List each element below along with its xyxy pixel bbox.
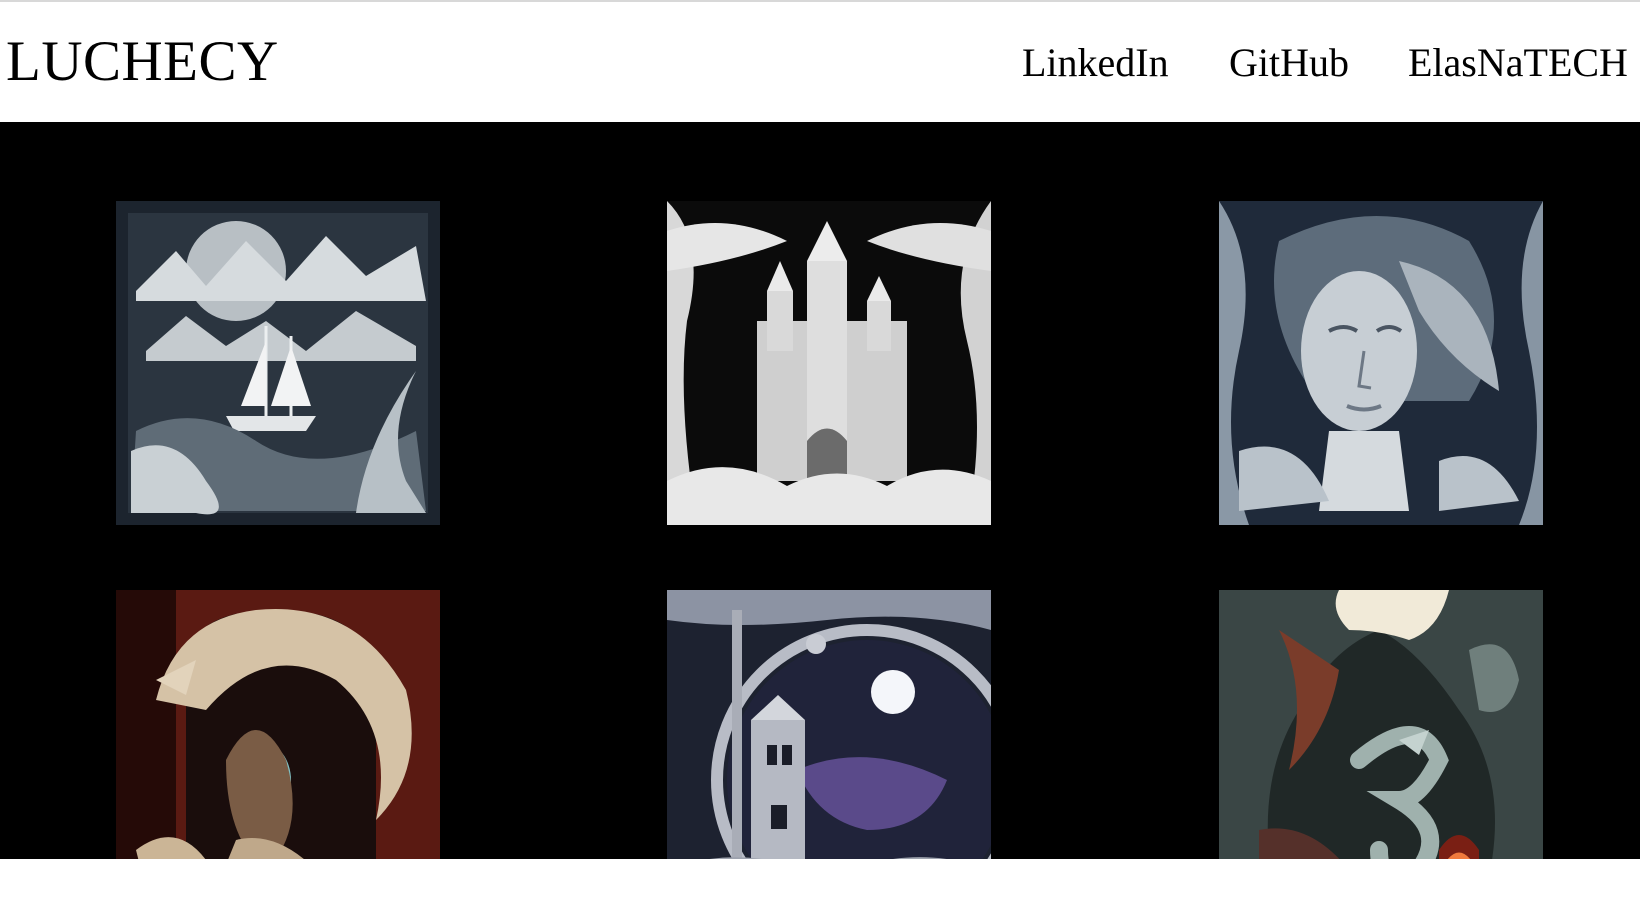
site-header: LUCHECY LinkedIn GitHub ElasNaTECH [0,2,1640,122]
paper-art-ship-image[interactable] [116,201,440,525]
nav-link-elasnatech[interactable]: ElasNaTECH [1408,38,1628,88]
nav-link-github[interactable]: GitHub [1229,38,1349,88]
paper-art-woman-face-image[interactable] [1219,201,1543,525]
paper-art-dragon-cave-image[interactable] [1219,590,1543,859]
paper-art-lighthouse-moon-image[interactable] [667,590,991,859]
paper-art-dragon-mermaid-image[interactable] [116,590,440,859]
nav-link-linkedin[interactable]: LinkedIn [1022,38,1169,88]
image-gallery [0,122,1640,859]
site-logo[interactable]: LUCHECY [6,30,279,94]
paper-art-castle-image[interactable] [667,201,991,525]
